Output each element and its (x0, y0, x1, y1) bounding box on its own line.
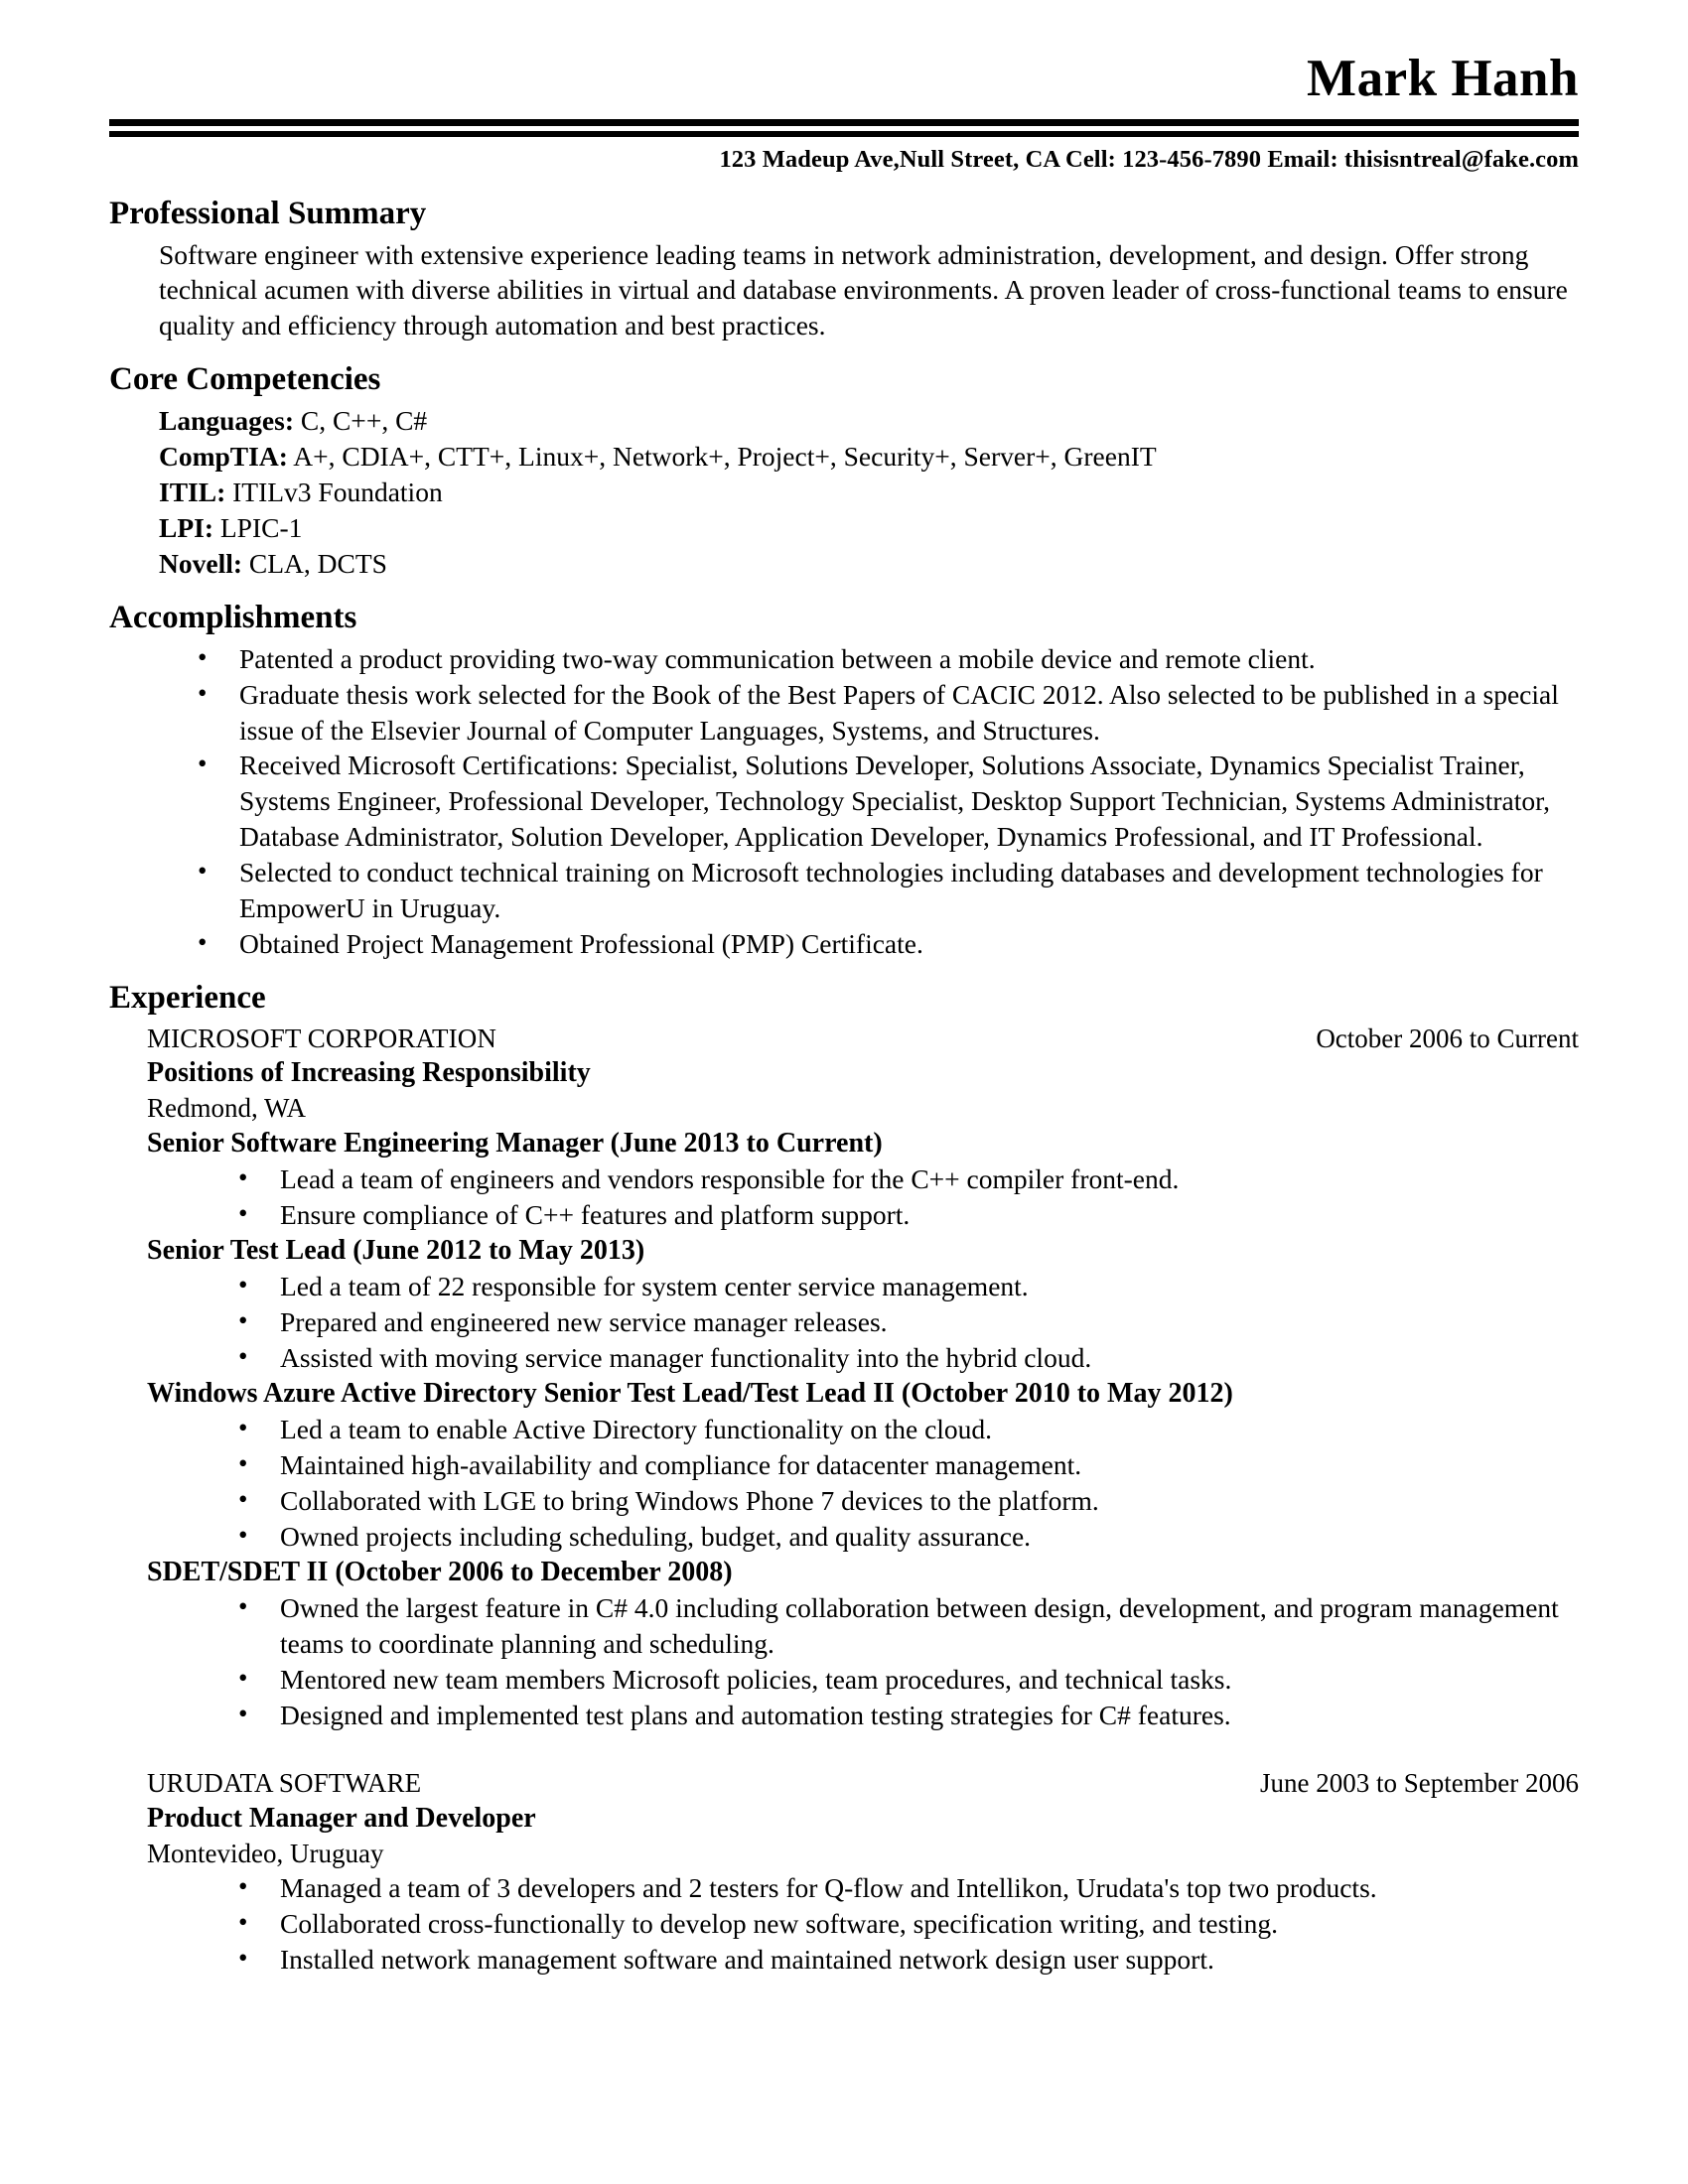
company-name: MICROSOFT CORPORATION (147, 1023, 496, 1053)
summary-paragraph: Software engineer with extensive experie… (159, 238, 1568, 341)
competency-value: A+, CDIA+, CTT+, Linux+, Network+, Proje… (287, 440, 1157, 472)
accomplishments-list: Patented a product providing two-way com… (184, 640, 1579, 962)
role-title: Senior Test Lead (June 2012 to May 2013) (147, 1234, 645, 1266)
candidate-name: Mark Hanh (1307, 50, 1579, 107)
resume-body: Professional Summary Software engineer w… (0, 196, 1688, 1978)
role-bullets: Managed a team of 3 developers and 2 tes… (224, 1869, 1579, 1978)
competency-row: CompTIA: A+, CDIA+, CTT+, Linux+, Networ… (159, 439, 1579, 475)
list-item: Ensure compliance of C++ features and pl… (224, 1196, 1579, 1233)
role-title: Senior Software Engineering Manager (Jun… (147, 1127, 883, 1159)
list-item: Designed and implemented test plans and … (224, 1697, 1579, 1733)
competency-row: LPI: LPIC-1 (159, 510, 1579, 546)
list-item: Patented a product providing two-way com… (184, 640, 1579, 677)
contact-line: 123 Madeup Ave,Null Street, CA Cell: 123… (719, 145, 1579, 173)
experience-entry-urudata: URUDATA SOFTWARE June 2003 to September … (147, 1766, 1579, 1978)
competency-row: Languages: C, C++, C# (159, 403, 1579, 439)
competency-label: ITIL: (159, 476, 226, 507)
competency-value: C, C++, C# (294, 404, 428, 436)
list-item: Led a team of 22 responsible for system … (224, 1268, 1579, 1304)
job-header: URUDATA SOFTWARE June 2003 to September … (147, 1766, 1579, 1801)
competency-row: Novell: CLA, DCTS (159, 546, 1579, 582)
job-header: MICROSOFT CORPORATION October 2006 to Cu… (147, 1022, 1579, 1056)
list-item: Assisted with moving service manager fun… (224, 1339, 1579, 1376)
section-title-competencies: Core Competencies (109, 360, 381, 397)
job-title: Product Manager and Developer (147, 1803, 536, 1834)
list-item: Owned projects including scheduling, bud… (224, 1518, 1579, 1555)
list-item: Selected to conduct technical training o… (184, 854, 1579, 926)
role-bullets: Lead a team of engineers and vendors res… (224, 1160, 1579, 1233)
competency-value: LPIC-1 (213, 511, 303, 543)
experience-entry-microsoft: MICROSOFT CORPORATION October 2006 to Cu… (147, 1022, 1579, 1733)
job-location: Redmond, WA (147, 1092, 306, 1123)
list-item: Collaborated cross-functionally to devel… (224, 1905, 1579, 1942)
competencies-body: Languages: C, C++, C# CompTIA: A+, CDIA+… (159, 403, 1579, 582)
list-item: Led a team to enable Active Directory fu… (224, 1411, 1579, 1447)
list-item: Owned the largest feature in C# 4.0 incl… (224, 1589, 1579, 1662)
role-bullets: Led a team to enable Active Directory fu… (224, 1411, 1579, 1555)
experience-spacer (109, 1732, 1579, 1766)
section-accomplishments: Accomplishments Patented a product provi… (109, 600, 1579, 962)
job-location: Montevideo, Uruguay (147, 1838, 384, 1868)
list-item: Graduate thesis work selected for the Bo… (184, 676, 1579, 749)
list-item: Prepared and engineered new service mana… (224, 1303, 1579, 1340)
list-item: Managed a team of 3 developers and 2 tes… (224, 1869, 1579, 1906)
section-title-experience: Experience (109, 979, 266, 1016)
competency-row: ITIL: ITILv3 Foundation (159, 475, 1579, 510)
list-item: Received Microsoft Certifications: Speci… (184, 747, 1579, 855)
competency-label: Novell: (159, 547, 243, 579)
company-name: URUDATA SOFTWARE (147, 1768, 422, 1799)
list-item: Maintained high-availability and complia… (224, 1446, 1579, 1483)
section-title-summary: Professional Summary (109, 195, 427, 231)
employment-dates: June 2003 to September 2006 (1260, 1768, 1579, 1799)
resume-header: Mark Hanh (0, 0, 1688, 107)
resume-page: Mark Hanh 123 Madeup Ave,Null Street, CA… (0, 0, 1688, 2184)
rule-top (109, 118, 1579, 126)
list-item: Lead a team of engineers and vendors res… (224, 1160, 1579, 1197)
section-experience: Experience MICROSOFT CORPORATION October… (109, 980, 1579, 1978)
role-title: SDET/SDET II (October 2006 to December 2… (147, 1556, 733, 1587)
competency-label: CompTIA: (159, 440, 288, 472)
section-title-accomplishments: Accomplishments (109, 599, 357, 635)
competency-label: Languages: (159, 404, 294, 436)
header-double-rule (109, 118, 1579, 137)
section-core-competencies: Core Competencies Languages: C, C++, C# … (109, 361, 1579, 582)
competency-value: ITILv3 Foundation (225, 476, 443, 507)
role-bullets: Owned the largest feature in C# 4.0 incl… (224, 1589, 1579, 1733)
job-title: Positions of Increasing Responsibility (147, 1057, 591, 1089)
competency-label: LPI: (159, 511, 213, 543)
list-item: Collaborated with LGE to bring Windows P… (224, 1482, 1579, 1519)
list-item: Mentored new team members Microsoft poli… (224, 1661, 1579, 1698)
list-item: Obtained Project Management Professional… (184, 925, 1579, 962)
rule-bottom (109, 130, 1579, 137)
role-title: Windows Azure Active Directory Senior Te… (147, 1377, 1233, 1409)
employment-dates: October 2006 to Current (1316, 1023, 1579, 1053)
competency-value: CLA, DCTS (242, 547, 387, 579)
role-bullets: Led a team of 22 responsible for system … (224, 1268, 1579, 1376)
summary-body: Software engineer with extensive experie… (159, 237, 1579, 343)
list-item: Installed network management software an… (224, 1941, 1579, 1978)
section-professional-summary: Professional Summary Software engineer w… (109, 196, 1579, 343)
